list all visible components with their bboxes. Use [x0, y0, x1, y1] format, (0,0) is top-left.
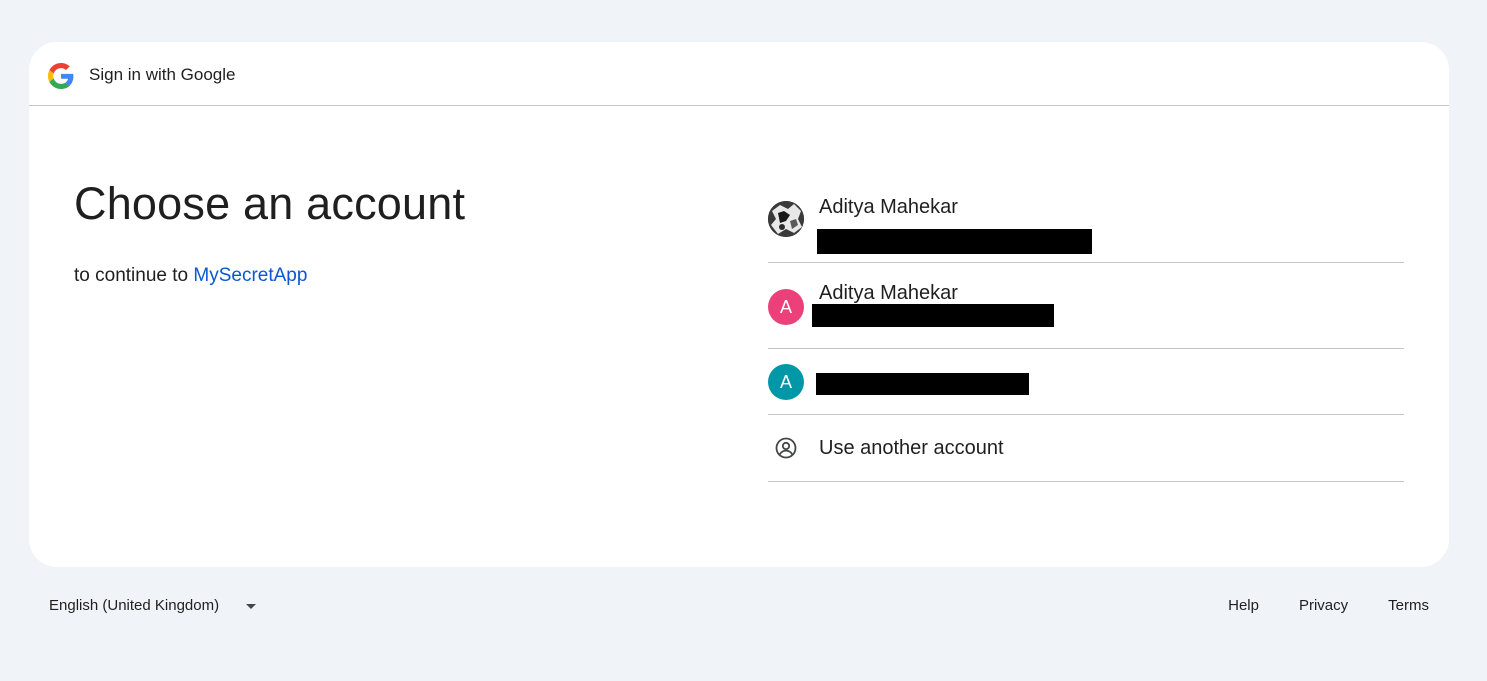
card-header: Sign in with Google — [29, 42, 1449, 106]
sign-in-card: Sign in with Google Choose an account to… — [29, 42, 1449, 567]
account-circle-icon — [775, 437, 797, 459]
avatar — [768, 201, 804, 237]
google-logo-icon — [48, 63, 74, 89]
footer: English (United Kingdom) Help Privacy Te… — [0, 590, 1487, 620]
redacted-email — [816, 373, 1029, 395]
avatar: A — [768, 364, 804, 400]
page-title: Choose an account — [74, 178, 466, 229]
language-selector[interactable]: English (United Kingdom) — [49, 597, 219, 615]
use-another-account-button[interactable]: Use another account — [768, 415, 1404, 482]
account-list: Aditya Mahekar A Aditya Mahekar A Use an… — [768, 176, 1404, 482]
account-row[interactable]: A — [768, 349, 1404, 415]
account-row[interactable]: Aditya Mahekar — [768, 176, 1404, 263]
account-name: Aditya Mahekar — [819, 196, 958, 218]
redacted-email — [817, 229, 1092, 254]
account-row[interactable]: A Aditya Mahekar — [768, 263, 1404, 349]
profile-photo-icon — [768, 201, 804, 237]
terms-link[interactable]: Terms — [1388, 597, 1429, 615]
subtitle-prefix: to continue to — [74, 265, 189, 286]
caret-down-icon[interactable] — [246, 604, 256, 609]
subtitle: to continue to MySecretApp — [74, 264, 307, 288]
app-name-link[interactable]: MySecretApp — [193, 265, 307, 286]
privacy-link[interactable]: Privacy — [1299, 597, 1348, 615]
header-title: Sign in with Google — [89, 65, 236, 84]
redacted-email — [812, 304, 1054, 327]
footer-links: Help Privacy Terms — [1228, 597, 1429, 615]
help-link[interactable]: Help — [1228, 597, 1259, 615]
avatar: A — [768, 289, 804, 325]
account-name: Aditya Mahekar — [819, 282, 958, 304]
use-another-account-label: Use another account — [819, 437, 1004, 459]
